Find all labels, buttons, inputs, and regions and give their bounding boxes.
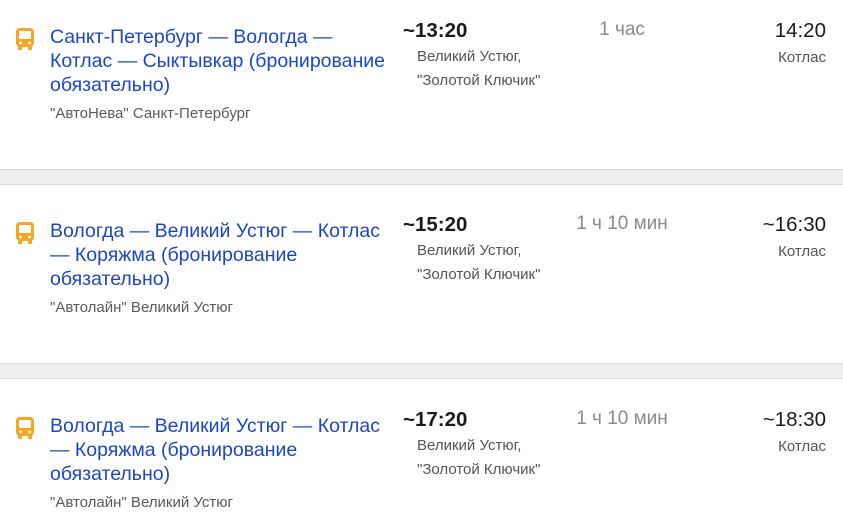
departure-stop-line2: "Золотой Ключик": [417, 461, 541, 478]
carrier-name: "Автолайн" Великий Устюг: [50, 299, 234, 316]
departure-stop-line1: Великий Устюг,: [417, 437, 522, 454]
route-link[interactable]: Вологда — Великий Устюг — Котлас — Коряж…: [50, 414, 395, 486]
separator: [0, 169, 843, 185]
departure-stop-line1: Великий Устюг,: [417, 242, 522, 259]
arrival-city: Котлас: [778, 49, 826, 66]
departure-stop-line2: "Золотой Ключик": [417, 72, 541, 89]
trip-card: Вологда — Великий Устюг — Котлас — Коряж…: [0, 186, 843, 363]
separator: [0, 363, 843, 379]
departure-time: ~15:20: [403, 213, 468, 236]
bus-icon: [16, 28, 34, 50]
trip-card: Вологда — Великий Устюг — Котлас — Коряж…: [0, 380, 843, 519]
trip-list: Санкт-Петербург — Вологда — Котлас — Сык…: [0, 0, 843, 519]
departure-time: ~17:20: [403, 408, 468, 431]
trip-duration: 1 час: [599, 19, 645, 40]
trip-card: Санкт-Петербург — Вологда — Котлас — Сык…: [0, 0, 843, 168]
carrier-name: "Автолайн" Великий Устюг: [50, 494, 234, 511]
trip-duration: 1 ч 10 мин: [576, 408, 668, 429]
arrival-time: 14:20: [774, 19, 826, 42]
bus-icon: [16, 417, 34, 439]
arrival-city: Котлас: [778, 243, 826, 260]
route-link[interactable]: Санкт-Петербург — Вологда — Котлас — Сык…: [50, 25, 395, 97]
carrier-name: "АвтоНева" Санкт-Петербург: [50, 105, 251, 122]
departure-stop-line2: "Золотой Ключик": [417, 266, 541, 283]
trip-duration: 1 ч 10 мин: [576, 213, 668, 234]
route-link[interactable]: Вологда — Великий Устюг — Котлас — Коряж…: [50, 219, 395, 291]
departure-time: ~13:20: [403, 19, 468, 42]
bus-icon: [16, 222, 34, 244]
arrival-time: ~16:30: [762, 213, 826, 236]
arrival-city: Котлас: [778, 438, 826, 455]
departure-stop-line1: Великий Устюг,: [417, 48, 522, 65]
arrival-time: ~18:30: [762, 408, 826, 431]
